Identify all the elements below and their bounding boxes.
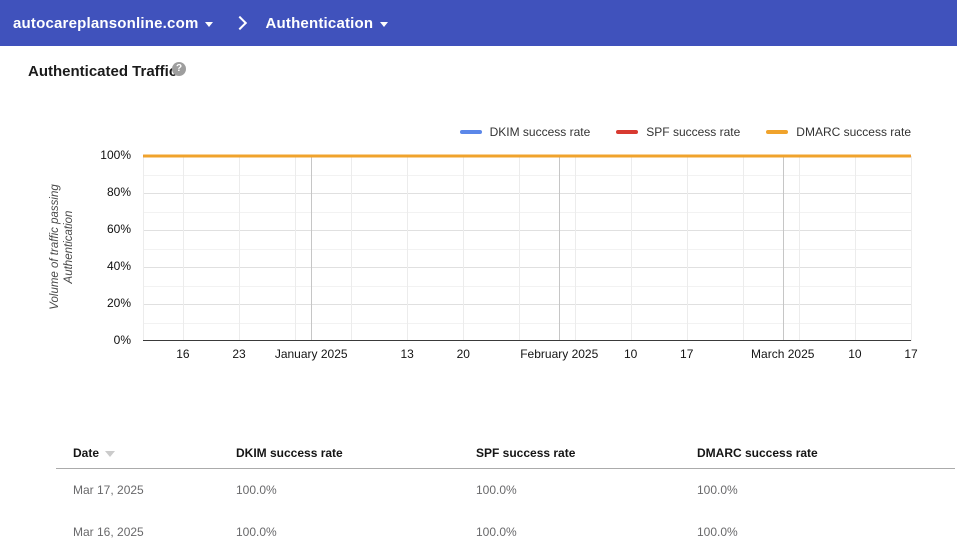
table-row: Mar 17, 2025 100.0% 100.0% 100.0% (56, 469, 955, 511)
authentication-results-table: Date DKIM success rate SPF success rate … (56, 438, 955, 550)
y-axis-tick-label: 100% (100, 148, 131, 162)
x-axis-tick-label: 17 (680, 347, 694, 361)
week-gridline (239, 156, 240, 341)
legend-label: SPF success rate (646, 125, 741, 139)
help-icon[interactable]: ? (172, 62, 186, 76)
week-gridline (911, 156, 912, 341)
week-gridline (407, 156, 409, 341)
week-gridline (143, 156, 144, 341)
cell-date: Mar 16, 2025 (73, 525, 144, 539)
x-axis-labels: 16 23 January 2025 13 20 February 2025 10 17 Mar… (143, 347, 917, 363)
horizontal-gridline (143, 174, 911, 176)
column-header-date[interactable]: Date (56, 446, 236, 460)
cell-dkim: 100.0% (236, 525, 277, 539)
x-axis-tick-label: 13 (400, 347, 414, 361)
week-gridline (798, 156, 800, 341)
x-axis-line (143, 340, 911, 341)
column-header-dmarc: DMARC success rate (697, 446, 818, 460)
horizontal-gridline (143, 211, 911, 213)
page-title: Authenticated Traffic (28, 63, 178, 80)
column-header-spf: SPF success rate (476, 446, 576, 460)
table-body: Mar 17, 2025 100.0% 100.0% 100.0% Mar 16, 20… (56, 469, 955, 550)
week-gridline (686, 156, 688, 341)
x-axis-tick-label: January 2025 (274, 347, 348, 361)
month-gridline (782, 156, 784, 341)
horizontal-gridline (143, 267, 911, 268)
cell-dmarc: 100.0% (697, 525, 738, 539)
x-axis-tick-label: 17 (904, 347, 918, 361)
y-axis-tick-label: 0% (113, 333, 131, 347)
horizontal-gridline (143, 230, 911, 231)
chevron-down-icon (380, 21, 389, 27)
table-header-row: Date DKIM success rate SPF success rate … (56, 438, 955, 469)
week-gridline (519, 156, 521, 341)
column-header-date-label: Date (73, 446, 100, 460)
cell-spf: 100.0% (476, 483, 517, 497)
column-header-dkim: DKIM success rate (236, 446, 343, 460)
y-axis-labels: 0% 20% 40% 60% 80% 100% (88, 148, 137, 347)
table-row: Mar 16, 2025 100.0% 100.0% 100.0% (56, 511, 955, 550)
legend-label: DMARC success rate (796, 125, 911, 139)
week-gridline (854, 156, 856, 341)
x-axis-tick-label: 23 (232, 347, 246, 361)
y-axis-tick-label: 40% (106, 259, 131, 273)
horizontal-gridline (143, 322, 911, 324)
x-axis-tick-label: 10 (848, 347, 862, 361)
legend-swatch (459, 130, 482, 134)
legend-swatch (766, 130, 789, 134)
report-selector-label: Authentication (265, 14, 374, 32)
x-axis-tick-label: 10 (623, 347, 638, 361)
x-axis-tick-label: February 2025 (520, 347, 599, 361)
legend-item-dmarc: DMARC success rate (766, 125, 911, 139)
postmaster-authentication-page: autocareplansonline.com Authentication A… (0, 0, 957, 550)
cell-dkim: 100.0% (236, 483, 277, 497)
week-gridline (295, 156, 297, 341)
legend-item-spf: SPF success rate (616, 125, 740, 139)
x-axis-tick-label: 20 (456, 347, 470, 361)
chevron-down-icon (205, 21, 214, 27)
y-axis-title-line: Authentication (63, 210, 75, 284)
chart-plot-area (143, 154, 912, 341)
week-gridline (463, 156, 465, 341)
legend-label: DKIM success rate (489, 125, 591, 139)
y-axis-tick-label: 60% (106, 222, 131, 236)
month-gridline (311, 156, 313, 341)
domain-selector-menu[interactable]: autocareplansonline.com (13, 14, 214, 32)
cell-date: Mar 17, 2025 (73, 483, 144, 497)
chart-legend: DKIM success rate SPF success rate DMARC s… (459, 125, 911, 139)
horizontal-gridline (143, 193, 911, 194)
legend-item-dkim: DKIM success rate (459, 125, 591, 139)
week-gridline (742, 156, 744, 341)
legend-swatch (616, 130, 639, 134)
domain-selector-label: autocareplansonline.com (13, 14, 199, 32)
y-axis-title: Volume of traffic passing Authentication (48, 152, 76, 342)
series-line-dmarc (143, 154, 911, 158)
cell-dmarc: 100.0% (697, 483, 738, 497)
week-gridline (182, 156, 184, 341)
month-gridline (559, 156, 561, 341)
y-axis-title-line: Volume of traffic passing (49, 184, 61, 310)
x-axis-tick-label: March 2025 (751, 347, 815, 361)
cell-spf: 100.0% (476, 525, 517, 539)
sort-descending-icon (105, 450, 116, 457)
horizontal-gridline (143, 285, 911, 287)
week-gridline (630, 156, 632, 341)
horizontal-gridline (143, 248, 911, 250)
horizontal-gridline (143, 304, 911, 305)
report-selector-menu[interactable]: Authentication (265, 14, 389, 32)
breadcrumb-chevron-right-icon (233, 15, 248, 31)
week-gridline (575, 156, 577, 341)
top-navigation-bar: autocareplansonline.com Authentication (0, 0, 957, 46)
y-axis-tick-label: 20% (106, 296, 131, 310)
x-axis-tick-label: 16 (176, 347, 190, 361)
week-gridline (351, 156, 353, 341)
y-axis-tick-label: 80% (106, 185, 131, 199)
